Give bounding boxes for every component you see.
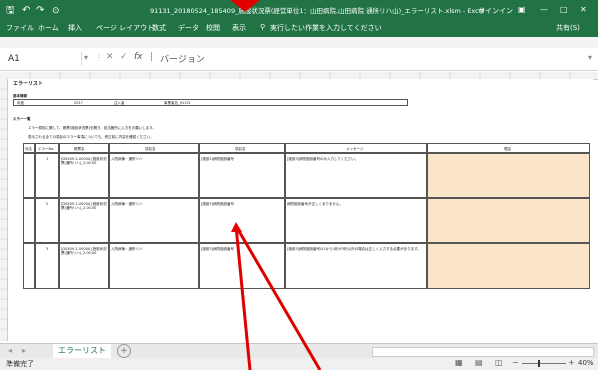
- red-annotation-arrows: [231, 222, 322, 370]
